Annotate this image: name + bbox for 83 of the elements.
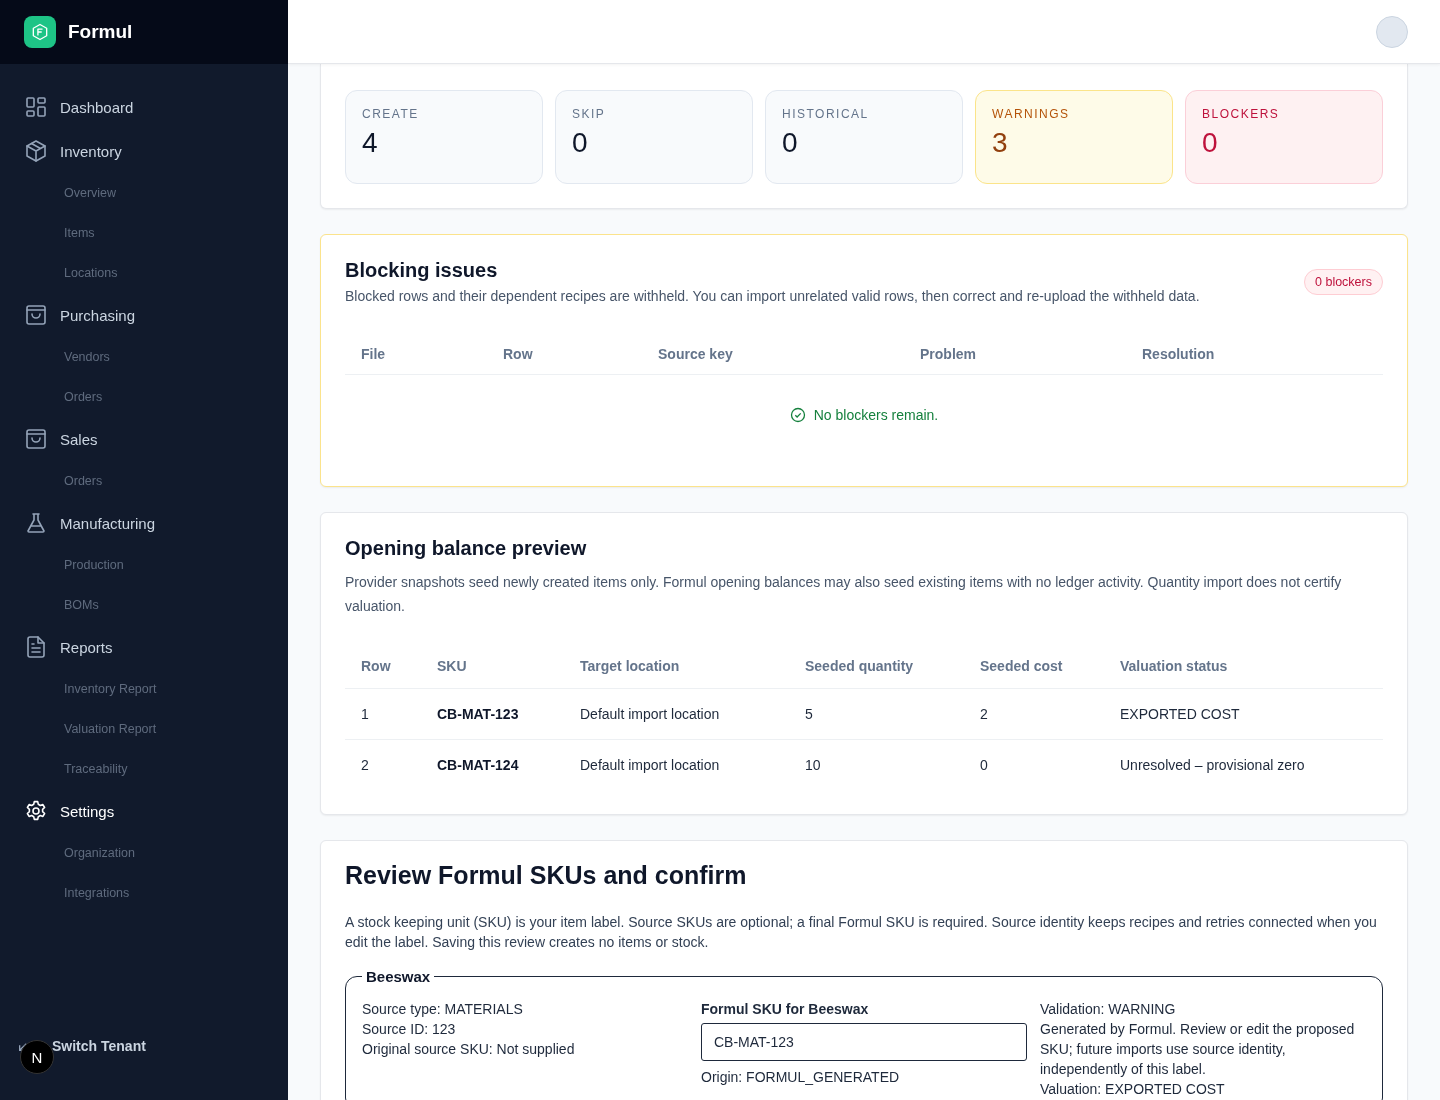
validation-note: Validation: WARNING	[1040, 1000, 1177, 1019]
group-title: Beeswax	[365, 968, 432, 985]
stat-value: 0	[572, 127, 589, 159]
table-cell-text: CB-MAT-124	[436, 756, 520, 775]
nav-subitem[interactable]: BOMs	[64, 585, 99, 625]
stat-label: CREATE	[362, 107, 420, 121]
nav-subitem[interactable]: Traceability	[64, 749, 128, 789]
count-badge: 0 blockers	[1304, 268, 1383, 295]
column-header: Resolution	[1141, 345, 1216, 364]
nav-subitem[interactable]: Overview	[64, 173, 117, 213]
table-cell-text: Default import location	[579, 756, 721, 775]
nav-subitem[interactable]: Locations	[64, 253, 118, 293]
nav-item[interactable]: Manufacturing	[24, 501, 164, 545]
validation-note: Generated by Formul. Review or edit the proposed SKU; future imports use source identity, independently of this label.	[1040, 1020, 1356, 1079]
nav-subitem[interactable]: Valuation Report	[64, 709, 157, 749]
table-cell-text: 10	[804, 756, 822, 775]
nav-subitem[interactable]: Orders	[64, 377, 103, 417]
column-header: Row	[345, 644, 421, 689]
switch-tenant-link[interactable]: Switch Tenant	[52, 1038, 146, 1054]
check-circle-icon	[789, 407, 806, 423]
stat-value: 0	[1202, 127, 1219, 159]
stat-value: 0	[782, 127, 799, 159]
table-cell: CB-MAT-123	[421, 689, 564, 740]
nav-subitem[interactable]: Inventory Report	[64, 669, 157, 709]
nav-subitem[interactable]: Organization	[64, 833, 135, 873]
table-cell: 1	[345, 689, 421, 740]
nav-subitem[interactable]: Items	[64, 213, 95, 253]
card-description: Provider snapshots seed newly created items only. Formul opening balances may also seed existing items with no ledger activity. Quantity import does not certify valuation.	[345, 573, 1343, 616]
bag-icon	[24, 427, 48, 451]
column-header: Seeded quantity	[789, 644, 964, 689]
stat-value: 4	[362, 127, 379, 159]
column-header: SKU	[421, 644, 564, 689]
card-title: Blocking issues	[345, 259, 499, 282]
validation-note: Valuation: EXPORTED COST	[1040, 1080, 1226, 1099]
nav-item[interactable]: Settings	[24, 789, 123, 833]
card-title: Review Formul SKUs and confirm	[345, 861, 748, 890]
nav-item[interactable]: Inventory	[24, 129, 130, 173]
bag-icon	[24, 303, 48, 327]
nav-item[interactable]: Dashboard	[24, 85, 142, 129]
stat-label: WARNINGS	[992, 107, 1071, 121]
settings-icon	[24, 799, 48, 823]
table-cell-text: 0	[979, 756, 989, 775]
stat-label: SKIP	[572, 107, 607, 121]
nav-item[interactable]: Sales	[24, 417, 106, 461]
empty-message: No blockers remain.	[813, 407, 939, 423]
column-header: Row	[502, 345, 534, 364]
table-cell: 5	[789, 689, 964, 740]
table-cell-text: Unresolved – provisional zero	[1119, 756, 1306, 775]
nav-subitem[interactable]: Integrations	[64, 873, 130, 913]
table-cell-text: 2	[360, 756, 370, 775]
source-detail: Source ID: 123	[362, 1020, 457, 1039]
column-header: Valuation status	[1104, 644, 1383, 689]
sku-field[interactable]: CB-MAT-123	[701, 1023, 1027, 1061]
nav-subitem[interactable]: Production	[64, 545, 124, 585]
cube-icon	[24, 139, 48, 163]
card-description: Blocked rows and their dependent recipes are withheld. You can import unrelated valid rows, then correct and re-upload the withheld data.	[345, 288, 1200, 304]
stat-label: HISTORICAL	[782, 107, 870, 121]
nav-item[interactable]: Reports	[24, 625, 121, 669]
field-label: Formul SKU for Beeswax	[701, 1000, 870, 1019]
column-header: File	[360, 345, 387, 364]
flask-icon	[24, 511, 48, 535]
card-description: A stock keeping unit (SKU) is your item label. Source SKUs are optional; a final Formul SKU is required. Source identity keeps recipes and retries connected when you edit the label. Saving this review creates no items or stock.	[345, 913, 1378, 952]
avatar[interactable]	[1376, 15, 1408, 48]
column-header: Problem	[919, 345, 977, 364]
table-cell: 2	[964, 689, 1104, 740]
table-cell: EXPORTED COST	[1104, 689, 1383, 740]
document-icon	[24, 635, 48, 659]
nav-item[interactable]: Purchasing	[24, 293, 144, 337]
stat-label: BLOCKERS	[1202, 107, 1281, 121]
nav-subitem[interactable]: Orders	[64, 461, 103, 501]
source-detail: Original source SKU: Not supplied	[362, 1040, 576, 1059]
origin-text: Origin: FORMUL_GENERATED	[701, 1068, 901, 1087]
brand-name[interactable]: Formul	[68, 21, 133, 43]
logo-icon	[24, 16, 56, 48]
table-cell: Default import location	[564, 689, 789, 740]
column-header: Target location	[564, 644, 789, 689]
column-header: Seeded cost	[964, 644, 1104, 689]
nav-subitem[interactable]: Vendors	[64, 337, 110, 377]
card-title: Opening balance preview	[345, 537, 588, 560]
grid-icon	[24, 95, 48, 119]
source-detail: Source type: MATERIALS	[362, 1000, 524, 1019]
stat-value: 3	[992, 127, 1009, 159]
column-header: Source key	[657, 345, 734, 364]
